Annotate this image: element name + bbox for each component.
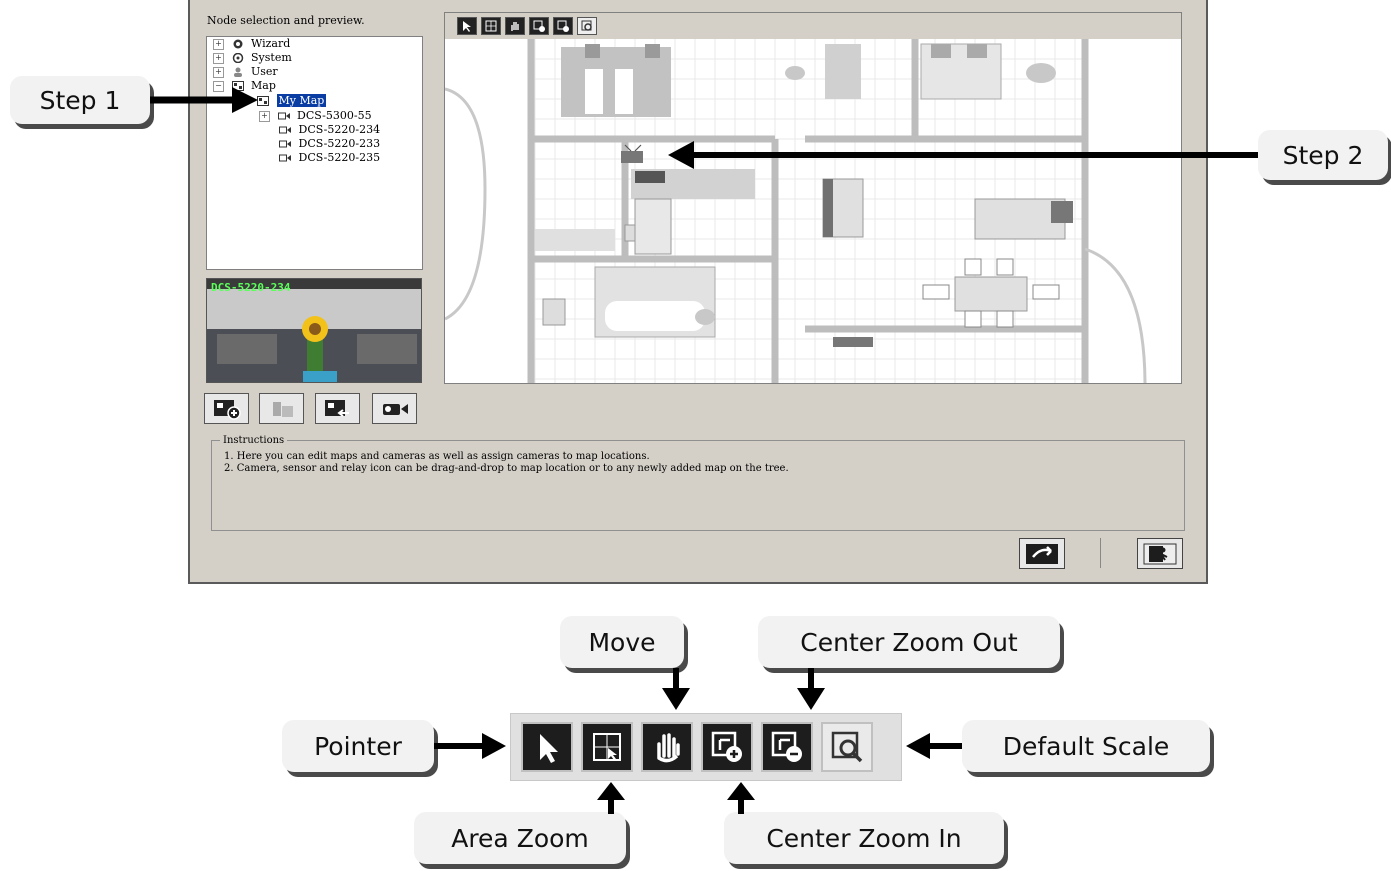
user-icon — [232, 67, 244, 77]
default-scale-icon — [581, 20, 592, 31]
center-zoom-out-arrow-icon — [797, 668, 825, 710]
camera-icon — [277, 111, 290, 121]
legend-center-zoom-out — [761, 722, 813, 772]
move-arrow-icon — [662, 668, 690, 710]
pointer-button[interactable] — [457, 17, 477, 35]
tree-item-system[interactable]: + System — [213, 51, 292, 65]
add-map-icon — [213, 399, 241, 420]
callout-move: Move — [560, 616, 684, 668]
area-zoom-arrow-icon — [597, 782, 625, 814]
delete-map-button[interactable] — [259, 393, 304, 424]
tree-item-label: DCS-5220-233 — [298, 137, 381, 150]
default-scale-button[interactable] — [577, 17, 597, 35]
expand-icon[interactable]: + — [213, 66, 224, 78]
tree-item-label: DCS-5300-55 — [297, 109, 372, 122]
camera-icon — [279, 125, 291, 135]
tree-item-label: User — [251, 65, 278, 78]
exit-icon — [1143, 543, 1177, 564]
instruction-line: 1. Here you can edit maps and cameras as… — [224, 451, 650, 462]
callout-default-scale: Default Scale — [962, 720, 1210, 772]
preview-image — [207, 279, 421, 382]
pointer-arrow-icon — [434, 733, 506, 759]
camera-icon — [279, 153, 291, 163]
tree-item-camera[interactable]: DCS-5220-234 — [279, 123, 380, 137]
tree-item-label: DCS-5220-235 — [298, 151, 381, 164]
default-scale-icon — [831, 731, 863, 763]
instructions-panel: Instructions 1. Here you can edit maps a… — [211, 435, 1185, 531]
callout-center-zoom-out: Center Zoom Out — [758, 616, 1060, 668]
camera-icon — [382, 403, 408, 415]
center-zoom-in-icon — [533, 20, 545, 32]
area-zoom-button[interactable] — [481, 17, 501, 35]
callout-pointer: Pointer — [282, 720, 434, 772]
toolbar-legend — [510, 713, 902, 781]
legend-default-scale — [821, 722, 873, 772]
camera-preview: DCS-5220-234 — [206, 278, 422, 383]
tree-item-label: Wizard — [251, 37, 291, 50]
tree-item-my-map[interactable]: My Map — [257, 94, 327, 108]
area-zoom-icon — [485, 20, 497, 32]
move-button[interactable] — [505, 17, 525, 35]
legend-center-zoom-in — [701, 722, 753, 772]
expand-icon[interactable]: + — [213, 38, 224, 50]
step1-arrow-icon — [150, 87, 258, 113]
instruction-line: 2. Camera, sensor and relay icon can be … — [224, 463, 789, 474]
preview-camera-label: DCS-5220-234 — [211, 281, 291, 294]
area-zoom-icon — [593, 733, 621, 761]
trash-icon — [272, 401, 293, 417]
tree-item-camera[interactable]: DCS-5220-233 — [279, 137, 380, 151]
floor-plan — [445, 39, 1181, 383]
callout-center-zoom-in: Center Zoom In — [724, 812, 1004, 864]
tree-item-user[interactable]: + User — [213, 65, 278, 79]
tree-item-camera[interactable]: DCS-5220-235 — [279, 151, 380, 165]
tree-item-wizard[interactable]: + Wizard — [213, 37, 290, 51]
tree-item-label: DCS-5220-234 — [298, 123, 381, 136]
center-zoom-out-button[interactable] — [553, 17, 573, 35]
system-icon — [232, 52, 244, 64]
center-zoom-out-icon — [557, 20, 569, 32]
edit-map-icon — [324, 399, 349, 417]
default-scale-arrow-icon — [906, 733, 962, 759]
tree-item-label: My Map — [276, 94, 327, 107]
pointer-icon — [540, 734, 558, 763]
callout-area-zoom: Area Zoom — [414, 812, 626, 864]
callout-step1: Step 1 — [10, 76, 150, 124]
center-zoom-out-icon — [771, 731, 802, 762]
instructions-title: Instructions — [220, 435, 288, 446]
legend-pointer — [521, 722, 573, 772]
wizard-icon — [232, 39, 244, 49]
divider — [1100, 538, 1101, 568]
callout-step2: Step 2 — [1258, 130, 1388, 180]
center-zoom-in-button[interactable] — [529, 17, 549, 35]
legend-move — [641, 722, 693, 772]
add-map-button[interactable] — [204, 393, 249, 424]
camera-icon — [279, 139, 291, 149]
tree-item-camera[interactable]: + DCS-5300-55 — [259, 109, 372, 123]
move-hand-icon — [511, 22, 519, 31]
pointer-icon — [463, 21, 471, 32]
center-zoom-in-arrow-icon — [727, 782, 755, 814]
edit-map-button[interactable] — [315, 393, 360, 424]
move-hand-icon — [657, 733, 680, 763]
expand-icon[interactable]: + — [213, 52, 224, 64]
exit-button[interactable] — [1137, 538, 1183, 569]
map-toolbar — [445, 13, 1181, 39]
legend-area-zoom — [581, 722, 633, 772]
tree-heading: Node selection and preview. — [207, 14, 365, 27]
back-arrow-icon — [1026, 543, 1058, 564]
wizard-back-button[interactable] — [1019, 538, 1065, 569]
map-view[interactable] — [444, 12, 1182, 384]
expand-icon[interactable]: + — [259, 110, 270, 122]
node-tree[interactable]: + Wizard + System + User − Map My Map + … — [206, 36, 423, 270]
center-zoom-in-icon — [711, 731, 742, 762]
camera-settings-button[interactable] — [372, 393, 417, 424]
tree-item-label: System — [251, 51, 292, 64]
step2-arrow-icon — [668, 141, 1258, 169]
